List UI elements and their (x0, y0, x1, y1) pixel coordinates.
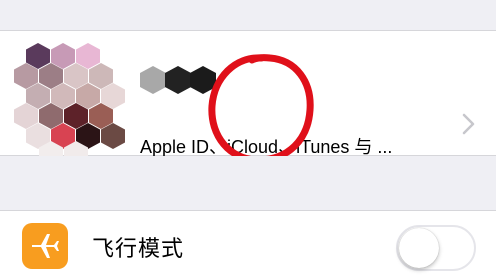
airplane-icon (32, 234, 59, 258)
airplane-mode-label: 飞行模式 (92, 236, 185, 261)
top-spacer (0, 0, 496, 30)
apple-id-profile-cell[interactable]: Apple ID、iCloud、iTunes 与 ... (0, 30, 496, 167)
airplane-mode-toggle[interactable] (396, 225, 476, 271)
airplane-mode-row: 飞行模式 (0, 210, 496, 280)
redacted-account-name (140, 64, 220, 94)
chevron-right-icon (462, 113, 475, 135)
airplane-icon-tile (22, 223, 68, 269)
section-spacer (0, 156, 496, 210)
avatar (14, 41, 125, 167)
toggle-knob (399, 228, 439, 268)
